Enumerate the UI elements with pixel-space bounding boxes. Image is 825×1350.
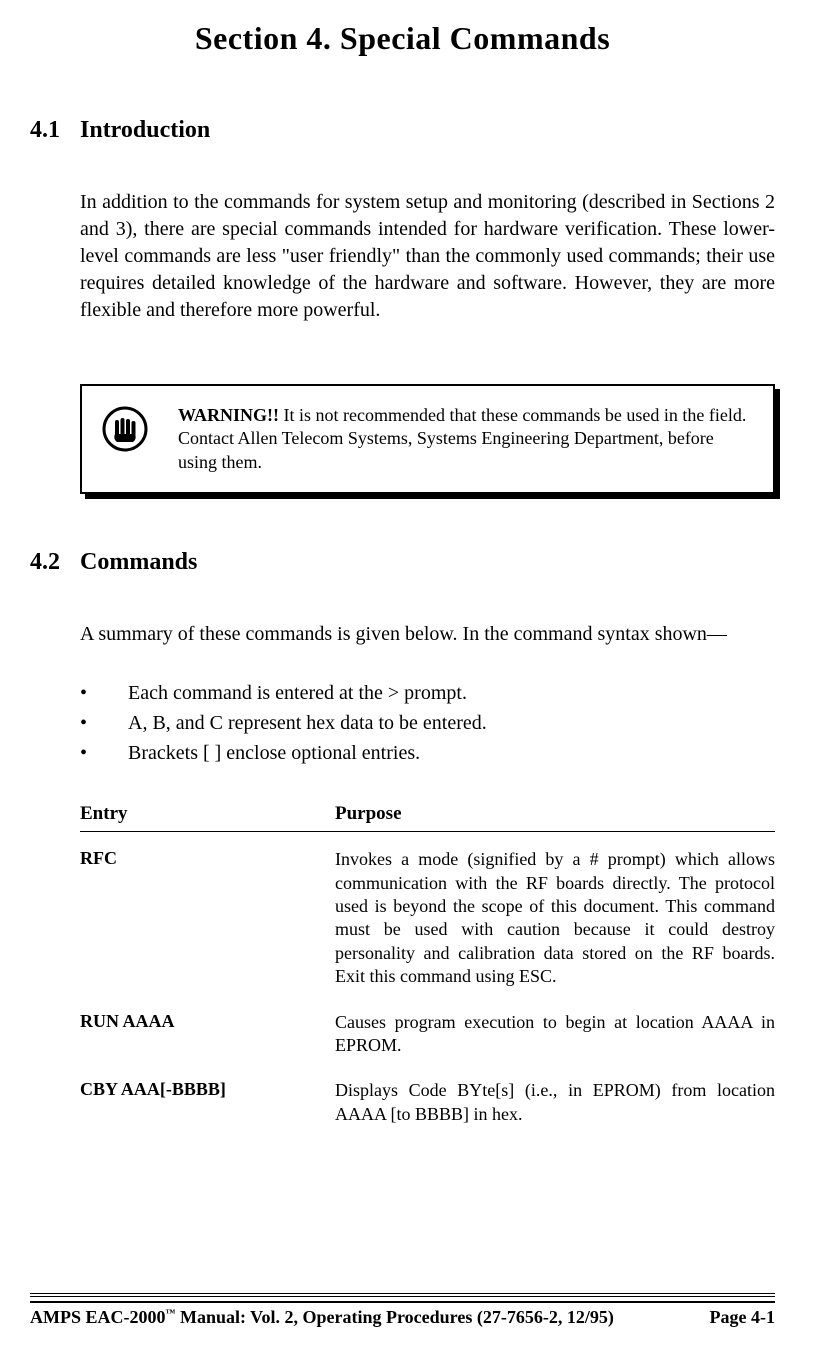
bullet-text: Each command is entered at the > prompt.: [128, 678, 467, 708]
bullet-icon: •: [80, 708, 128, 738]
cell-purpose: Displays Code BYte[s] (i.e., in EPROM) f…: [335, 1079, 775, 1126]
header-purpose: Purpose: [335, 803, 775, 825]
list-item: • Each command is entered at the > promp…: [80, 678, 775, 708]
table-row: RFC Invokes a mode (signified by a # pro…: [80, 848, 775, 988]
bullet-icon: •: [80, 678, 128, 708]
subsection-number: 4.1: [30, 117, 80, 144]
header-entry: Entry: [80, 803, 335, 825]
list-item: • Brackets [ ] enclose optional entries.: [80, 738, 775, 768]
trademark-icon: ™: [166, 1308, 176, 1319]
cell-entry: RUN AAAA: [80, 1011, 335, 1058]
cell-purpose: Invokes a mode (signified by a # prompt)…: [335, 848, 775, 988]
commands-intro: A summary of these commands is given bel…: [80, 621, 775, 648]
section-title: Section 4. Special Commands: [30, 20, 775, 57]
subsection-4-1-header: 4.1 Introduction: [30, 117, 775, 144]
subsection-heading: Introduction: [80, 117, 210, 144]
bullet-icon: •: [80, 738, 128, 768]
page-footer: AMPS EAC-2000™ Manual: Vol. 2, Operating…: [30, 1293, 775, 1328]
intro-paragraph: In addition to the commands for system s…: [80, 189, 775, 324]
subsection-4-2-header: 4.2 Commands: [30, 549, 775, 576]
footer-product: AMPS EAC-2000: [30, 1307, 166, 1327]
warning-hand-icon: [102, 406, 148, 457]
list-item: • A, B, and C represent hex data to be e…: [80, 708, 775, 738]
table-row: CBY AAA[-BBBB] Displays Code BYte[s] (i.…: [80, 1079, 775, 1126]
cell-purpose: Causes program execution to begin at loc…: [335, 1011, 775, 1058]
subsection-heading: Commands: [80, 549, 197, 576]
footer-rule: [30, 1293, 775, 1297]
cell-entry: RFC: [80, 848, 335, 988]
table-row: RUN AAAA Causes program execution to beg…: [80, 1011, 775, 1058]
warning-label: WARNING!!: [178, 405, 279, 425]
footer-page-number: Page 4-1: [710, 1307, 775, 1328]
command-table: Entry Purpose RFC Invokes a mode (signif…: [80, 803, 775, 1126]
warning-box: WARNING!! It is not recommended that the…: [80, 384, 775, 494]
warning-text: WARNING!! It is not recommended that the…: [178, 404, 753, 474]
cell-entry: CBY AAA[-BBBB]: [80, 1079, 335, 1126]
table-header-row: Entry Purpose: [80, 803, 775, 832]
subsection-number: 4.2: [30, 549, 80, 576]
bullet-text: Brackets [ ] enclose optional entries.: [128, 738, 420, 768]
bullet-list: • Each command is entered at the > promp…: [80, 678, 775, 768]
footer-manual: Manual: Vol. 2, Operating Procedures (27…: [176, 1307, 614, 1327]
bullet-text: A, B, and C represent hex data to be ent…: [128, 708, 487, 738]
footer-left: AMPS EAC-2000™ Manual: Vol. 2, Operating…: [30, 1307, 614, 1328]
